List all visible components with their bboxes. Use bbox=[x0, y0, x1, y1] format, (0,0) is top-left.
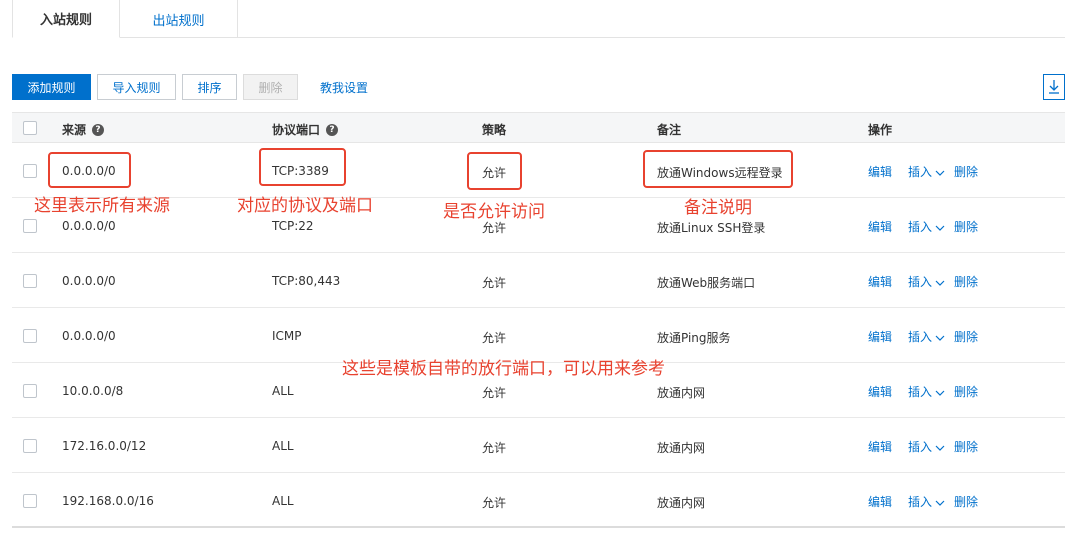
delete-link[interactable]: 删除 bbox=[954, 273, 978, 290]
row-checkbox[interactable] bbox=[23, 219, 37, 233]
chevron-down-icon bbox=[935, 280, 945, 286]
table-bottom-border bbox=[12, 526, 1065, 528]
delete-link[interactable]: 删除 bbox=[954, 218, 978, 235]
add-rule-button[interactable]: 添加规则 bbox=[12, 74, 91, 100]
insert-dropdown[interactable]: 插入 bbox=[908, 218, 945, 235]
import-rules-button[interactable]: 导入规则 bbox=[97, 74, 176, 100]
cell-note: 放通Windows远程登录 bbox=[657, 166, 783, 180]
cell-policy: 允许 bbox=[482, 166, 507, 180]
insert-label: 插入 bbox=[908, 440, 933, 454]
cell-port: ALL bbox=[272, 439, 294, 453]
delete-link[interactable]: 删除 bbox=[954, 493, 978, 510]
download-button[interactable] bbox=[1043, 74, 1065, 100]
annotation-policy: 是否允许访问 bbox=[443, 202, 545, 222]
cell-source: 0.0.0.0/0 bbox=[62, 329, 116, 343]
cell-policy: 允许 bbox=[482, 441, 507, 455]
cell-note: 放通Web服务端口 bbox=[657, 276, 756, 290]
row-checkbox[interactable] bbox=[23, 164, 37, 178]
row-checkbox[interactable] bbox=[23, 494, 37, 508]
insert-label: 插入 bbox=[908, 495, 933, 509]
edit-link[interactable]: 编辑 bbox=[868, 383, 892, 400]
delete-link[interactable]: 删除 bbox=[954, 328, 978, 345]
question-icon[interactable]: ? bbox=[326, 123, 339, 136]
cell-port: ALL bbox=[272, 494, 294, 508]
edit-link[interactable]: 编辑 bbox=[868, 438, 892, 455]
help-link[interactable]: 教我设置 bbox=[320, 79, 368, 96]
chevron-down-icon bbox=[935, 500, 945, 506]
insert-dropdown[interactable]: 插入 bbox=[908, 438, 945, 455]
cell-port: TCP:80,443 bbox=[272, 274, 341, 288]
table-row: 192.168.0.0/16 ALL 允许 放通内网 编辑 插入 删除 bbox=[12, 473, 1065, 528]
header-port: 协议端口 ? bbox=[272, 121, 339, 138]
cell-policy: 允许 bbox=[482, 276, 507, 290]
cell-note: 放通内网 bbox=[657, 441, 706, 455]
delete-link[interactable]: 删除 bbox=[954, 163, 978, 180]
cell-policy: 允许 bbox=[482, 496, 507, 510]
cell-policy: 允许 bbox=[482, 331, 507, 345]
insert-dropdown[interactable]: 插入 bbox=[908, 163, 945, 180]
table-row: 0.0.0.0/0 TCP:80,443 允许 放通Web服务端口 编辑 插入 … bbox=[12, 253, 1065, 308]
header-port-label: 协议端口 bbox=[272, 123, 321, 137]
sort-button[interactable]: 排序 bbox=[182, 74, 237, 100]
question-icon[interactable]: ? bbox=[92, 123, 105, 136]
cell-port: TCP:3389 bbox=[272, 164, 329, 178]
tab-inbound-rules[interactable]: 入站规则 bbox=[12, 0, 120, 38]
cell-note: 放通内网 bbox=[657, 386, 706, 400]
cell-note: 放通Ping服务 bbox=[657, 331, 731, 345]
cell-source: 0.0.0.0/0 bbox=[62, 274, 116, 288]
edit-link[interactable]: 编辑 bbox=[868, 218, 892, 235]
header-action: 操作 bbox=[868, 123, 893, 137]
insert-dropdown[interactable]: 插入 bbox=[908, 383, 945, 400]
cell-note: 放通内网 bbox=[657, 496, 706, 510]
annotation-template: 这些是模板自带的放行端口，可以用来参考 bbox=[342, 359, 665, 379]
cell-port: TCP:22 bbox=[272, 219, 314, 233]
header-policy: 策略 bbox=[482, 123, 507, 137]
chevron-down-icon bbox=[935, 335, 945, 341]
insert-label: 插入 bbox=[908, 165, 933, 179]
insert-label: 插入 bbox=[908, 330, 933, 344]
row-checkbox[interactable] bbox=[23, 384, 37, 398]
cell-policy: 允许 bbox=[482, 386, 507, 400]
insert-label: 插入 bbox=[908, 220, 933, 234]
annotation-note: 备注说明 bbox=[684, 198, 752, 218]
edit-link[interactable]: 编辑 bbox=[868, 328, 892, 345]
insert-label: 插入 bbox=[908, 275, 933, 289]
chevron-down-icon bbox=[935, 170, 945, 176]
cell-source: 192.168.0.0/16 bbox=[62, 494, 154, 508]
row-checkbox[interactable] bbox=[23, 274, 37, 288]
row-checkbox[interactable] bbox=[23, 329, 37, 343]
cell-source: 0.0.0.0/0 bbox=[62, 164, 116, 178]
table-header: 来源 ? 协议端口 ? 策略 备注 操作 bbox=[12, 112, 1065, 143]
header-source-label: 来源 bbox=[62, 123, 87, 137]
tab-outbound-rules[interactable]: 出站规则 bbox=[120, 0, 238, 38]
chevron-down-icon bbox=[935, 390, 945, 396]
row-checkbox[interactable] bbox=[23, 439, 37, 453]
cell-source: 0.0.0.0/0 bbox=[62, 219, 116, 233]
cell-source: 172.16.0.0/12 bbox=[62, 439, 147, 453]
edit-link[interactable]: 编辑 bbox=[868, 493, 892, 510]
annotation-port: 对应的协议及端口 bbox=[237, 196, 373, 216]
insert-label: 插入 bbox=[908, 385, 933, 399]
delete-link[interactable]: 删除 bbox=[954, 383, 978, 400]
table-row: 0.0.0.0/0 TCP:3389 允许 放通Windows远程登录 编辑 插… bbox=[12, 143, 1065, 198]
insert-dropdown[interactable]: 插入 bbox=[908, 328, 945, 345]
table-row: 172.16.0.0/12 ALL 允许 放通内网 编辑 插入 删除 bbox=[12, 418, 1065, 473]
cell-port: ICMP bbox=[272, 329, 302, 343]
chevron-down-icon bbox=[935, 445, 945, 451]
cell-note: 放通Linux SSH登录 bbox=[657, 221, 766, 235]
edit-link[interactable]: 编辑 bbox=[868, 273, 892, 290]
download-icon bbox=[1049, 80, 1059, 94]
insert-dropdown[interactable]: 插入 bbox=[908, 273, 945, 290]
insert-dropdown[interactable]: 插入 bbox=[908, 493, 945, 510]
delete-link[interactable]: 删除 bbox=[954, 438, 978, 455]
header-note: 备注 bbox=[657, 123, 682, 137]
chevron-down-icon bbox=[935, 225, 945, 231]
header-source: 来源 ? bbox=[62, 121, 105, 138]
cell-port: ALL bbox=[272, 384, 294, 398]
edit-link[interactable]: 编辑 bbox=[868, 163, 892, 180]
annotation-source: 这里表示所有来源 bbox=[34, 196, 170, 216]
cell-source: 10.0.0.0/8 bbox=[62, 384, 124, 398]
select-all-checkbox[interactable] bbox=[23, 121, 37, 135]
delete-button[interactable]: 删除 bbox=[243, 74, 298, 100]
